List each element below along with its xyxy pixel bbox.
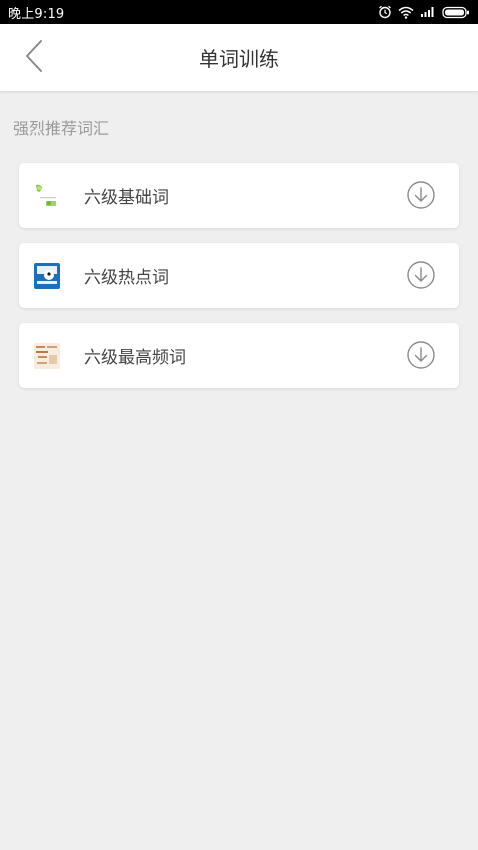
list-item-hot-words[interactable]: 六级热点词	[19, 243, 459, 308]
download-icon	[405, 341, 437, 375]
download-button[interactable]	[405, 259, 437, 291]
status-icons	[378, 5, 470, 19]
list-item-label: 六级热点词	[84, 268, 169, 288]
thumbnail-basic	[34, 183, 60, 209]
thumbnail-frequent	[34, 343, 60, 369]
download-icon	[405, 181, 437, 215]
back-button[interactable]	[14, 36, 54, 80]
download-icon	[405, 261, 437, 295]
signal-icon	[420, 6, 436, 18]
app-header: 单词训练	[0, 24, 478, 92]
thumbnail-hot	[34, 263, 60, 289]
wifi-icon	[398, 6, 414, 19]
page-title: 单词训练	[199, 47, 279, 71]
chevron-left-icon	[24, 39, 44, 77]
word-list: 六级基础词 六级热点词 六级最高频词	[19, 163, 459, 403]
download-button[interactable]	[405, 339, 437, 371]
alarm-icon	[378, 5, 392, 19]
list-item-frequent-words[interactable]: 六级最高频词	[19, 323, 459, 388]
list-item-label: 六级最高频词	[84, 348, 186, 368]
section-label: 强烈推荐词汇	[13, 119, 110, 138]
status-time: 晚上9:19	[8, 6, 65, 22]
download-button[interactable]	[405, 179, 437, 211]
list-item-label: 六级基础词	[84, 188, 169, 208]
list-item-basic-words[interactable]: 六级基础词	[19, 163, 459, 228]
battery-icon	[442, 6, 470, 19]
status-bar: 晚上9:19	[0, 0, 478, 24]
